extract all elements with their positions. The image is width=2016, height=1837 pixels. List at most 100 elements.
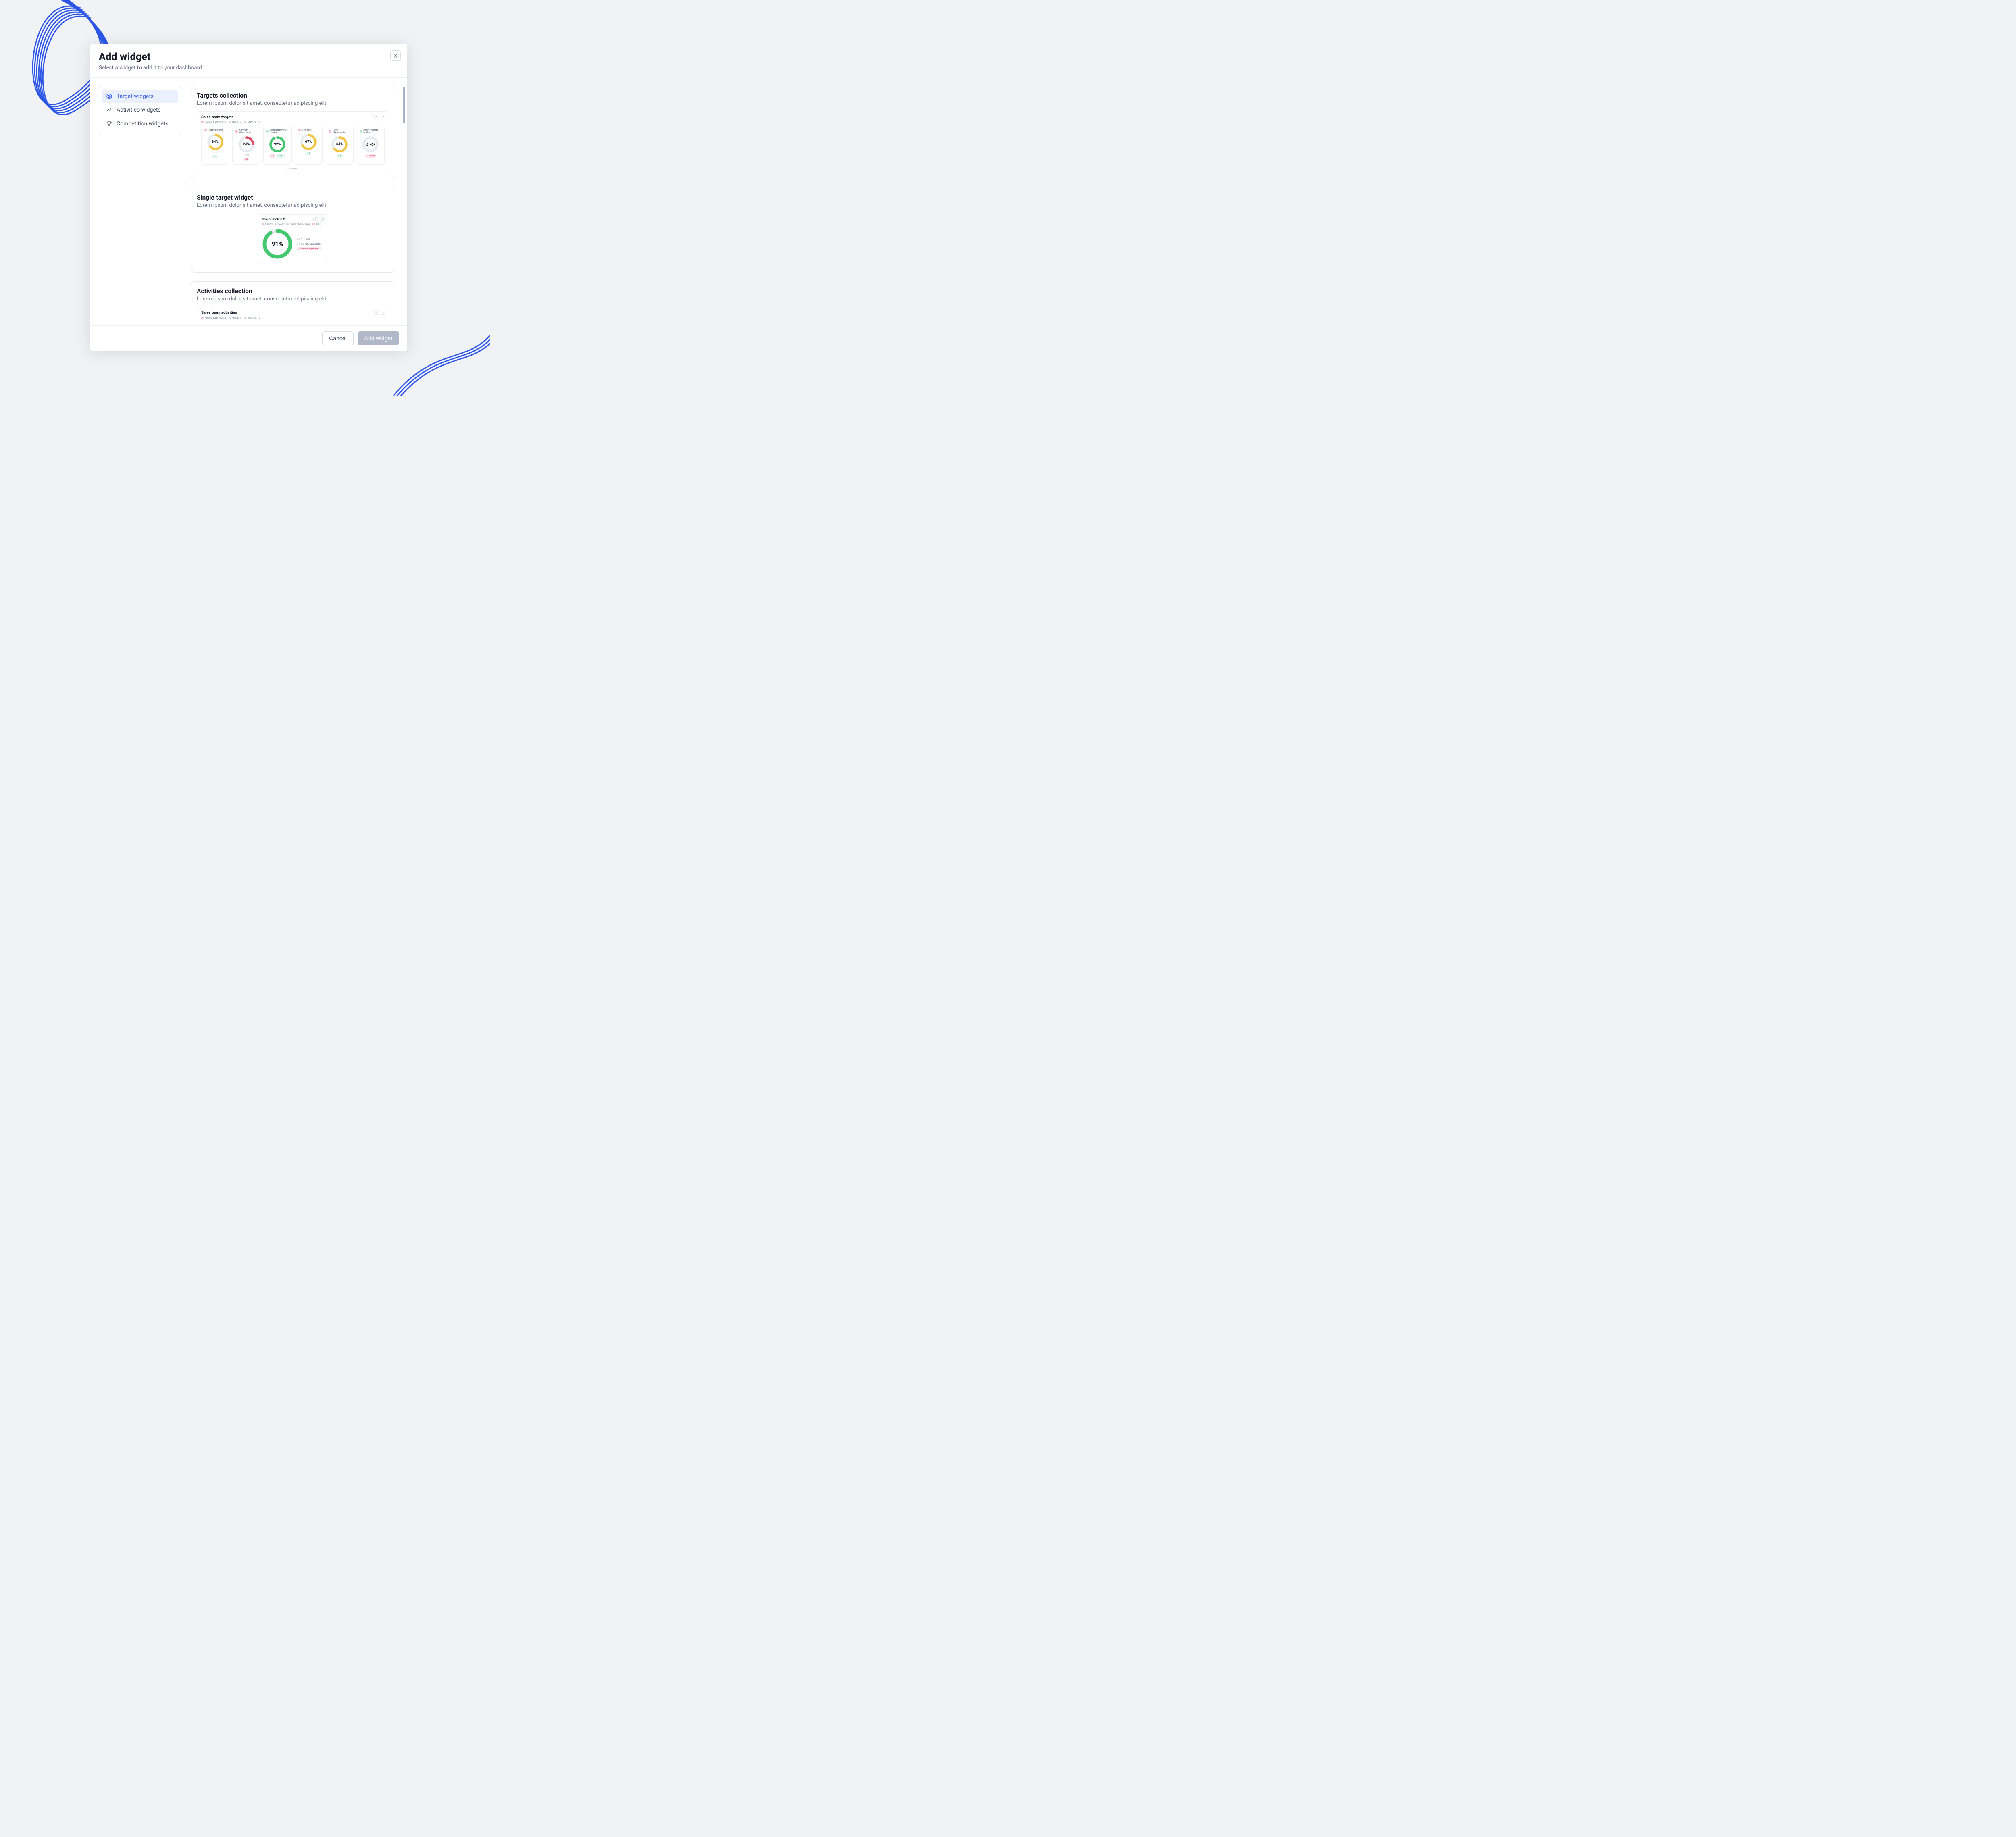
progress-gauge: 92%: [269, 135, 286, 153]
metrics-icon: [244, 121, 246, 123]
gauge-value: 64%: [331, 135, 348, 153]
scrollbar-thumb[interactable]: [403, 87, 405, 123]
gauge-value: 91%: [262, 228, 293, 260]
target-card: Contract revenue booked 92% ↓ 242/44: [263, 127, 291, 165]
preview-meta: Period: Last month Users: 7 Metrics: 12: [201, 316, 385, 319]
sidebar-item-label: Activities widgets: [117, 107, 161, 113]
card-subvalue: 2/6: [214, 152, 217, 154]
expand-icon: ↗: [320, 217, 325, 222]
metrics-icon: [244, 317, 246, 319]
widget-options-list[interactable]: Targets collection Lorem ipsum dolor sit…: [191, 86, 400, 321]
widget-option-targets-collection[interactable]: Targets collection Lorem ipsum dolor sit…: [191, 86, 395, 179]
target-small-icon: [297, 238, 300, 240]
preview-actions: ✎ ↗: [313, 217, 325, 222]
expand-icon: ↗: [381, 115, 385, 119]
calendar-icon: [201, 317, 204, 319]
modal-subtitle: Select a widget to add it to your dashbo…: [99, 65, 398, 71]
gauge-value: 64%: [206, 133, 224, 151]
target-card: Perm placements 64% ↑ 1: [326, 127, 354, 165]
progress-gauge: 24%: [237, 135, 255, 153]
option-description: Lorem ipsum dolor sit amet, consectetur …: [197, 296, 389, 302]
progress-gauge: 64%: [206, 133, 224, 151]
target-card: 1st interviews 64% 2/6 ↑ 1: [201, 127, 229, 165]
delta-badge: ↑ 1: [212, 155, 218, 158]
target-card: Contract placements 24% 12/48 ↓ 8: [232, 127, 260, 165]
card-color-dot: [360, 130, 362, 133]
gauge-stats: 25 Calls 22 / 25 completed ↓ 1 below exp…: [297, 237, 321, 250]
target-card: Perm revenue booked £145k ↓ £2,000: [357, 127, 385, 165]
users-icon: [286, 223, 289, 225]
edit-icon: ✎: [313, 217, 318, 222]
card-label: Contract placements: [239, 129, 257, 134]
card-label: 1st interviews: [208, 129, 223, 131]
status-badge: ↓ 1 below expected: [297, 247, 321, 250]
users-icon: [229, 121, 231, 123]
widget-option-single-target[interactable]: Single target widget Lorem ipsum dolor s…: [191, 188, 395, 273]
card-label: Contract revenue booked: [270, 129, 288, 134]
modal-footer: Cancel Add widget: [90, 325, 407, 351]
close-button[interactable]: X: [390, 50, 401, 61]
widget-category-sidebar: Target widgets Activities widgets Compet…: [99, 86, 181, 134]
add-widget-modal: Add widget Select a widget to add it to …: [90, 44, 407, 351]
gauge-value: £145k: [362, 135, 379, 153]
edit-icon: ✎: [374, 310, 379, 315]
add-widget-button[interactable]: Add widget: [358, 331, 399, 345]
option-title: Targets collection: [197, 92, 389, 99]
calendar-icon: [262, 223, 264, 225]
card-color-dot: [329, 130, 332, 133]
see-more-link: See more ▴: [201, 167, 385, 170]
delta-badge: ↑ 1: [306, 152, 312, 155]
widget-preview: ✎ ↗ Xavier metric 2 Period: Last year Us…: [258, 214, 328, 264]
sidebar-item-activities-widgets[interactable]: Activities widgets: [102, 103, 178, 117]
preview-actions: ✎ ↗: [374, 310, 385, 315]
modal-header: Add widget Select a widget to add it to …: [90, 44, 407, 78]
chart-line-icon: [106, 107, 112, 113]
preview-title: Sales team targets: [201, 115, 385, 119]
progress-gauge: 67%: [300, 133, 317, 151]
users-icon: [229, 317, 231, 319]
card-color-dot: [204, 129, 207, 131]
preview-meta: Period: Last month Users: 7 Metrics: 12: [201, 121, 385, 124]
card-label: CV's sent: [302, 129, 312, 131]
gauge-value: 67%: [300, 133, 317, 151]
widget-preview: ✎ ↗ Sales team activities Period: Last m…: [197, 307, 389, 321]
delta-badge: ↓ £2,000: [365, 154, 376, 158]
card-color-dot: [266, 130, 269, 133]
preview-meta: Period: Last year Users: Xavier King Cal…: [262, 223, 324, 226]
preview-title: Sales team activities: [201, 310, 385, 315]
option-description: Lorem ipsum dolor sit amet, consectetur …: [197, 202, 389, 208]
progress-gauge: £145k: [362, 135, 379, 153]
sidebar-item-competition-widgets[interactable]: Competition widgets: [102, 117, 178, 131]
card-subvalue: 12/48: [244, 154, 249, 156]
delta-badge: ↑ 1: [337, 154, 343, 158]
close-icon: X: [394, 52, 397, 59]
metrics-icon: [312, 223, 315, 225]
gauge-value: 92%: [269, 135, 286, 153]
modal-title: Add widget: [99, 51, 398, 63]
option-title: Activities collection: [197, 287, 389, 295]
progress-gauge: 64%: [331, 135, 348, 153]
sidebar-item-label: Competition widgets: [117, 121, 169, 127]
option-description: Lorem ipsum dolor sit amet, consectetur …: [197, 100, 389, 106]
target-card: CV's sent 67% ↑ 1: [295, 127, 323, 165]
edit-icon: ✎: [374, 115, 379, 119]
sidebar-item-target-widgets[interactable]: Target widgets: [102, 90, 178, 103]
card-color-dot: [235, 130, 238, 133]
gauge-value: 24%: [237, 135, 255, 153]
preview-actions: ✎ ↗: [374, 115, 385, 119]
card-label: Perm placements: [333, 129, 350, 134]
progress-gauge: 91%: [262, 228, 293, 260]
widget-option-activities-collection[interactable]: Activities collection Lorem ipsum dolor …: [191, 281, 395, 321]
expand-icon: ↗: [381, 310, 385, 315]
cancel-button[interactable]: Cancel: [322, 331, 354, 345]
delta-badge: 42/44: [277, 154, 285, 158]
option-title: Single target widget: [197, 194, 389, 201]
card-color-dot: [298, 129, 301, 131]
target-icon: [106, 93, 112, 100]
card-label: Perm revenue booked: [363, 129, 382, 134]
modal-body: Target widgets Activities widgets Compet…: [90, 78, 407, 325]
calendar-icon: [201, 121, 204, 123]
widget-preview: ✎ ↗ Sales team targets Period: Last mont…: [197, 111, 389, 173]
trophy-icon: [106, 121, 112, 127]
target-cards-row: 1st interviews 64% 2/6 ↑ 1 Contract plac…: [201, 127, 385, 165]
